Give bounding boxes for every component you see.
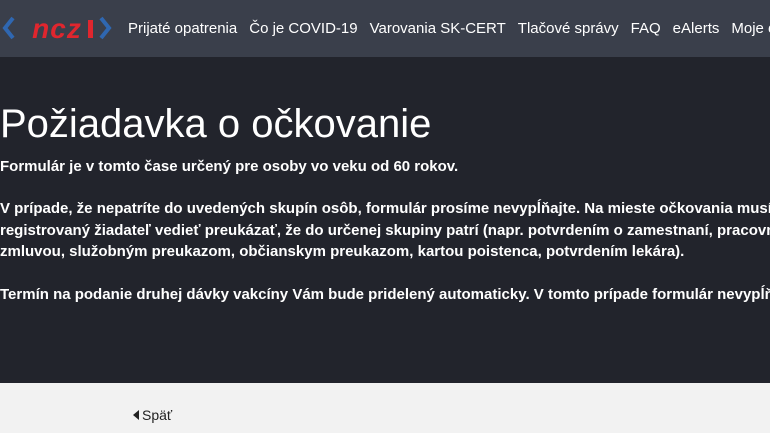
nav-link-faq[interactable]: FAQ (631, 20, 661, 37)
paragraph-line: zmluvou, služobným preukazom, občianskym… (0, 243, 685, 260)
footer-bar: Späť (0, 383, 770, 433)
eligibility-notice-text: V prípade, že nepatríte do uvedených sku… (0, 198, 770, 263)
paragraph-line: Termín na podanie druhej dávky vakcíny V… (0, 286, 770, 303)
back-button[interactable]: Späť (133, 407, 172, 423)
nav-link-varovania-sk-cert[interactable]: Varovania SK-CERT (370, 20, 506, 37)
paragraph-line: registrovaný žiadateľ vedieť preukázať, … (0, 221, 770, 239)
nczi-logo[interactable]: ncz (2, 11, 112, 45)
main-nav: Prijaté opatrenia Čo je COVID-19 Varovan… (128, 0, 770, 57)
second-dose-notice-text: Termín na podanie druhej dávky vakcíny V… (0, 284, 770, 306)
nav-link-tlacove-spravy[interactable]: Tlačové správy (518, 20, 619, 37)
nav-link-moje-ezdravie[interactable]: Moje ezdravie (731, 20, 770, 37)
page-title: Požiadavka o očkovanie (0, 102, 432, 146)
paragraph-line: V prípade, že nepatríte do uvedených sku… (0, 200, 770, 217)
caret-left-icon (133, 410, 139, 420)
nav-link-prijate-opatrenia[interactable]: Prijaté opatrenia (128, 20, 237, 37)
top-navbar: ncz Prijaté opatrenia Čo je COVID-19 Var… (0, 0, 770, 57)
back-label: Späť (142, 407, 173, 423)
paragraph-line: Formulár je v tomto čase určený pre osob… (0, 158, 459, 175)
nav-link-co-je-covid[interactable]: Čo je COVID-19 (249, 20, 357, 37)
nav-link-ealerts[interactable]: eAlerts (673, 20, 720, 37)
hero-section: Požiadavka o očkovanie Formulár je v tom… (0, 57, 770, 383)
age-requirement-text: Formulár je v tomto čase určený pre osob… (0, 156, 458, 178)
svg-text:ncz: ncz (32, 13, 82, 44)
